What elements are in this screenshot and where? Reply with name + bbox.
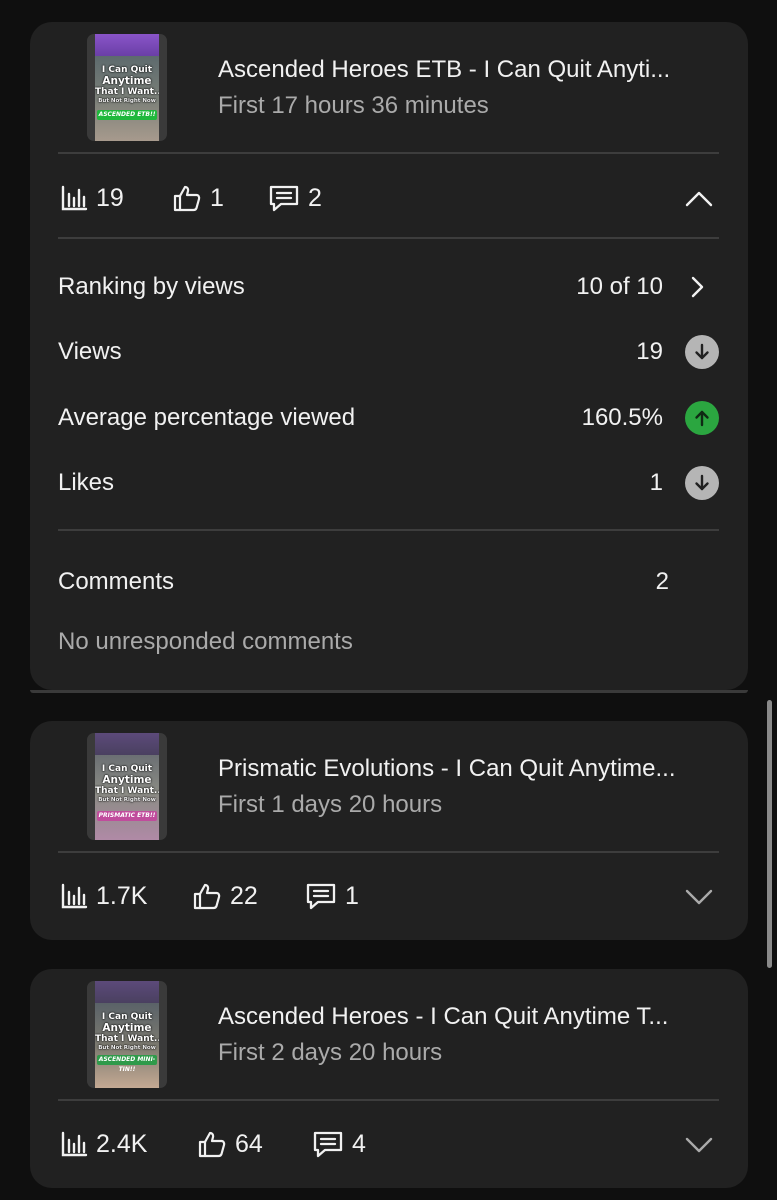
comments-stat: 2: [268, 176, 322, 220]
video-card-2[interactable]: I Can Quit Anytime That I Want... But No…: [30, 721, 748, 940]
arrow-up-circle-icon: [685, 401, 719, 435]
likes-count: 64: [235, 1130, 263, 1158]
video-period: First 2 days 20 hours: [218, 1039, 443, 1066]
stats-row: 19 1 2: [30, 176, 748, 220]
likes-label: Likes: [58, 469, 115, 496]
bar-chart-icon: [60, 184, 88, 212]
top-edge: [0, 0, 777, 10]
thumbs-up-icon: [197, 1129, 227, 1159]
comments-label: Comments: [58, 568, 175, 595]
arrow-down-circle-icon: [685, 466, 719, 500]
video-period: First 1 days 20 hours: [218, 791, 443, 818]
ranking-value: 10 of 10: [576, 273, 663, 300]
thumbnail-text: I Can Quit: [101, 65, 153, 75]
video-thumbnail[interactable]: I Can Quit Anytime That I Want... But No…: [87, 733, 167, 840]
divider: [58, 529, 719, 531]
likes-stat: 22: [192, 874, 258, 918]
bar-chart-icon: [60, 1130, 88, 1158]
thumbs-up-icon: [172, 183, 202, 213]
comments-count: 4: [352, 1130, 366, 1158]
video-card-header[interactable]: I Can Quit Anytime That I Want... But No…: [30, 721, 748, 853]
views-stat: 1.7K: [60, 874, 147, 918]
thumbnail-text: But Not Right Now: [98, 797, 156, 803]
thumbnail-text: Anytime: [102, 774, 152, 786]
views-row: Views 19: [58, 332, 719, 372]
video-title[interactable]: Ascended Heroes - I Can Quit Anytime T..…: [218, 1002, 718, 1032]
video-card-3[interactable]: I Can Quit Anytime That I Want... But No…: [30, 969, 748, 1188]
thumbnail-text: But Not Right Now: [98, 1045, 156, 1051]
thumbnail-text: That I Want...: [95, 1034, 159, 1044]
likes-value: 1: [649, 469, 663, 496]
avg-percentage-value: 160.5%: [581, 404, 663, 431]
views-value: 19: [636, 338, 663, 365]
thumbnail-text: I Can Quit: [101, 1012, 153, 1022]
thumbnail-tag: PRISMATIC ETB!!: [97, 811, 157, 821]
thumbnail-text: That I Want...: [95, 786, 159, 796]
thumbnail-text: That I Want...: [95, 87, 159, 97]
ranking-label: Ranking by views: [58, 273, 245, 300]
comments-stat: 4: [312, 1122, 366, 1166]
divider: [58, 152, 719, 154]
comments-count: 2: [308, 184, 322, 212]
stats-row: 1.7K 22 1: [30, 874, 748, 918]
analytics-page: I Can Quit Anytime That I Want... But No…: [0, 0, 777, 1200]
comments-value[interactable]: 2: [656, 562, 669, 602]
bar-chart-icon: [60, 882, 88, 910]
scrollbar-thumb[interactable]: [767, 700, 772, 968]
thumbnail-text: I Can Quit: [101, 764, 153, 774]
comment-icon: [268, 183, 300, 213]
chevron-right-icon[interactable]: [685, 275, 709, 299]
divider: [58, 1099, 719, 1101]
video-card-1[interactable]: I Can Quit Anytime That I Want... But No…: [30, 22, 748, 693]
video-thumbnail[interactable]: I Can Quit Anytime That I Want... But No…: [87, 34, 167, 141]
divider: [58, 237, 719, 239]
views-label: Views: [58, 338, 122, 365]
views-count: 1.7K: [96, 882, 148, 910]
scrollbar[interactable]: [767, 0, 773, 1200]
video-thumbnail[interactable]: I Can Quit Anytime That I Want... But No…: [87, 981, 167, 1088]
comment-icon: [305, 881, 337, 911]
video-title[interactable]: Ascended Heroes ETB - I Can Quit Anyti..…: [218, 55, 718, 85]
views-stat: 19: [60, 176, 124, 220]
video-period: First 17 hours 36 minutes: [218, 92, 489, 119]
views-stat: 2.4K: [60, 1122, 147, 1166]
comment-icon: [312, 1129, 344, 1159]
thumbnail-tag: ASCENDED ETB!!: [97, 110, 157, 120]
chevron-up-icon[interactable]: [684, 184, 714, 214]
comments-count: 1: [345, 882, 359, 910]
thumbnail-tag: ASCENDED MINI-TIN!!: [97, 1055, 157, 1073]
likes-count: 22: [230, 882, 258, 910]
video-card-header[interactable]: I Can Quit Anytime That I Want... But No…: [30, 969, 748, 1101]
thumbnail-text: Anytime: [102, 75, 152, 87]
arrow-down-circle-icon: [685, 335, 719, 369]
chevron-down-icon[interactable]: [684, 1130, 714, 1160]
thumbnail-text: But Not Right Now: [98, 98, 156, 104]
likes-stat: 1: [172, 176, 224, 220]
no-unresponded-comments: No unresponded comments: [58, 628, 353, 655]
ranking-row[interactable]: Ranking by views 10 of 10: [58, 267, 719, 307]
comments-stat: 1: [305, 874, 359, 918]
avg-percentage-row: Average percentage viewed 160.5%: [58, 398, 719, 438]
video-card-header[interactable]: I Can Quit Anytime That I Want... But No…: [30, 22, 748, 154]
thumbs-up-icon: [192, 881, 222, 911]
views-count: 2.4K: [96, 1130, 148, 1158]
likes-count: 1: [210, 184, 224, 212]
thumbnail-text: Anytime: [102, 1022, 152, 1034]
stats-row: 2.4K 64 4: [30, 1122, 748, 1166]
views-count: 19: [96, 184, 124, 212]
avg-percentage-label: Average percentage viewed: [58, 404, 356, 431]
card-edge: [30, 690, 748, 693]
divider: [58, 851, 719, 853]
video-title[interactable]: Prismatic Evolutions - I Can Quit Anytim…: [218, 754, 718, 784]
likes-stat: 64: [197, 1122, 263, 1166]
likes-row: Likes 1: [58, 463, 719, 503]
chevron-down-icon[interactable]: [684, 882, 714, 912]
